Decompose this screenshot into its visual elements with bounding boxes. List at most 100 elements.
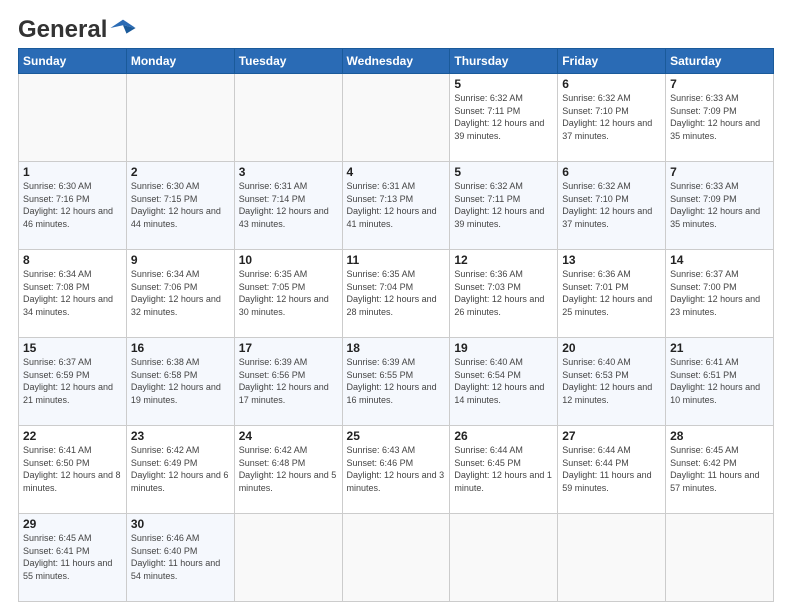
day-number: 10 [239, 253, 338, 267]
day-number: 5 [454, 77, 553, 91]
table-cell: 26Sunrise: 6:44 AMSunset: 6:45 PMDayligh… [450, 426, 558, 514]
day-number: 2 [131, 165, 230, 179]
day-info: Sunrise: 6:42 AMSunset: 6:48 PMDaylight:… [239, 444, 338, 494]
day-info: Sunrise: 6:33 AMSunset: 7:09 PMDaylight:… [670, 92, 769, 142]
logo-bird-icon [109, 14, 137, 42]
table-cell: 25Sunrise: 6:43 AMSunset: 6:46 PMDayligh… [342, 426, 450, 514]
day-info: Sunrise: 6:30 AMSunset: 7:15 PMDaylight:… [131, 180, 230, 230]
day-number: 8 [23, 253, 122, 267]
day-info: Sunrise: 6:32 AMSunset: 7:10 PMDaylight:… [562, 180, 661, 230]
table-cell: 7Sunrise: 6:33 AMSunset: 7:09 PMDaylight… [666, 162, 774, 250]
day-info: Sunrise: 6:44 AMSunset: 6:45 PMDaylight:… [454, 444, 553, 494]
day-number: 29 [23, 517, 122, 531]
col-wednesday: Wednesday [342, 49, 450, 74]
day-info: Sunrise: 6:44 AMSunset: 6:44 PMDaylight:… [562, 444, 661, 494]
day-info: Sunrise: 6:39 AMSunset: 6:55 PMDaylight:… [347, 356, 446, 406]
table-cell: 27Sunrise: 6:44 AMSunset: 6:44 PMDayligh… [558, 426, 666, 514]
col-sunday: Sunday [19, 49, 127, 74]
day-number: 20 [562, 341, 661, 355]
day-info: Sunrise: 6:35 AMSunset: 7:04 PMDaylight:… [347, 268, 446, 318]
table-cell: 10Sunrise: 6:35 AMSunset: 7:05 PMDayligh… [234, 250, 342, 338]
table-cell: 15Sunrise: 6:37 AMSunset: 6:59 PMDayligh… [19, 338, 127, 426]
day-info: Sunrise: 6:36 AMSunset: 7:01 PMDaylight:… [562, 268, 661, 318]
day-info: Sunrise: 6:38 AMSunset: 6:58 PMDaylight:… [131, 356, 230, 406]
day-number: 11 [347, 253, 446, 267]
table-cell: 2Sunrise: 6:30 AMSunset: 7:15 PMDaylight… [126, 162, 234, 250]
table-cell: 8Sunrise: 6:34 AMSunset: 7:08 PMDaylight… [19, 250, 127, 338]
table-cell: 4Sunrise: 6:31 AMSunset: 7:13 PMDaylight… [342, 162, 450, 250]
table-cell: 19Sunrise: 6:40 AMSunset: 6:54 PMDayligh… [450, 338, 558, 426]
day-info: Sunrise: 6:45 AMSunset: 6:41 PMDaylight:… [23, 532, 122, 582]
day-number: 7 [670, 165, 769, 179]
table-cell [666, 514, 774, 602]
day-number: 19 [454, 341, 553, 355]
table-cell [342, 74, 450, 162]
day-number: 27 [562, 429, 661, 443]
day-info: Sunrise: 6:35 AMSunset: 7:05 PMDaylight:… [239, 268, 338, 318]
day-info: Sunrise: 6:42 AMSunset: 6:49 PMDaylight:… [131, 444, 230, 494]
day-info: Sunrise: 6:40 AMSunset: 6:54 PMDaylight:… [454, 356, 553, 406]
day-info: Sunrise: 6:34 AMSunset: 7:08 PMDaylight:… [23, 268, 122, 318]
table-cell: 11Sunrise: 6:35 AMSunset: 7:04 PMDayligh… [342, 250, 450, 338]
table-cell: 16Sunrise: 6:38 AMSunset: 6:58 PMDayligh… [126, 338, 234, 426]
day-number: 12 [454, 253, 553, 267]
calendar-header-row: Sunday Monday Tuesday Wednesday Thursday… [19, 49, 774, 74]
day-number: 3 [239, 165, 338, 179]
day-number: 23 [131, 429, 230, 443]
table-cell [19, 74, 127, 162]
day-info: Sunrise: 6:30 AMSunset: 7:16 PMDaylight:… [23, 180, 122, 230]
day-info: Sunrise: 6:32 AMSunset: 7:10 PMDaylight:… [562, 92, 661, 142]
table-cell: 6Sunrise: 6:32 AMSunset: 7:10 PMDaylight… [558, 74, 666, 162]
table-cell [342, 514, 450, 602]
day-info: Sunrise: 6:37 AMSunset: 7:00 PMDaylight:… [670, 268, 769, 318]
day-info: Sunrise: 6:37 AMSunset: 6:59 PMDaylight:… [23, 356, 122, 406]
table-cell: 30Sunrise: 6:46 AMSunset: 6:40 PMDayligh… [126, 514, 234, 602]
day-number: 5 [454, 165, 553, 179]
day-number: 6 [562, 165, 661, 179]
page: General Sunday Monday Tuesday Wednesday … [0, 0, 792, 612]
table-cell: 6Sunrise: 6:32 AMSunset: 7:10 PMDaylight… [558, 162, 666, 250]
table-cell: 18Sunrise: 6:39 AMSunset: 6:55 PMDayligh… [342, 338, 450, 426]
header: General [18, 16, 774, 38]
table-cell: 28Sunrise: 6:45 AMSunset: 6:42 PMDayligh… [666, 426, 774, 514]
table-cell [234, 74, 342, 162]
col-thursday: Thursday [450, 49, 558, 74]
table-cell: 5Sunrise: 6:32 AMSunset: 7:11 PMDaylight… [450, 74, 558, 162]
day-info: Sunrise: 6:43 AMSunset: 6:46 PMDaylight:… [347, 444, 446, 494]
day-info: Sunrise: 6:32 AMSunset: 7:11 PMDaylight:… [454, 92, 553, 142]
day-number: 6 [562, 77, 661, 91]
table-cell: 3Sunrise: 6:31 AMSunset: 7:14 PMDaylight… [234, 162, 342, 250]
table-cell: 1Sunrise: 6:30 AMSunset: 7:16 PMDaylight… [19, 162, 127, 250]
table-cell [126, 74, 234, 162]
day-info: Sunrise: 6:32 AMSunset: 7:11 PMDaylight:… [454, 180, 553, 230]
day-info: Sunrise: 6:33 AMSunset: 7:09 PMDaylight:… [670, 180, 769, 230]
day-number: 17 [239, 341, 338, 355]
day-number: 25 [347, 429, 446, 443]
table-cell: 14Sunrise: 6:37 AMSunset: 7:00 PMDayligh… [666, 250, 774, 338]
day-number: 21 [670, 341, 769, 355]
day-number: 30 [131, 517, 230, 531]
day-info: Sunrise: 6:40 AMSunset: 6:53 PMDaylight:… [562, 356, 661, 406]
calendar-table: Sunday Monday Tuesday Wednesday Thursday… [18, 48, 774, 602]
day-number: 13 [562, 253, 661, 267]
table-cell [558, 514, 666, 602]
day-info: Sunrise: 6:46 AMSunset: 6:40 PMDaylight:… [131, 532, 230, 582]
day-number: 15 [23, 341, 122, 355]
col-tuesday: Tuesday [234, 49, 342, 74]
table-cell: 23Sunrise: 6:42 AMSunset: 6:49 PMDayligh… [126, 426, 234, 514]
table-cell: 12Sunrise: 6:36 AMSunset: 7:03 PMDayligh… [450, 250, 558, 338]
table-cell: 5Sunrise: 6:32 AMSunset: 7:11 PMDaylight… [450, 162, 558, 250]
day-info: Sunrise: 6:34 AMSunset: 7:06 PMDaylight:… [131, 268, 230, 318]
col-friday: Friday [558, 49, 666, 74]
table-cell [450, 514, 558, 602]
day-info: Sunrise: 6:41 AMSunset: 6:51 PMDaylight:… [670, 356, 769, 406]
day-info: Sunrise: 6:31 AMSunset: 7:14 PMDaylight:… [239, 180, 338, 230]
day-number: 28 [670, 429, 769, 443]
table-cell: 13Sunrise: 6:36 AMSunset: 7:01 PMDayligh… [558, 250, 666, 338]
day-info: Sunrise: 6:39 AMSunset: 6:56 PMDaylight:… [239, 356, 338, 406]
day-info: Sunrise: 6:45 AMSunset: 6:42 PMDaylight:… [670, 444, 769, 494]
day-info: Sunrise: 6:36 AMSunset: 7:03 PMDaylight:… [454, 268, 553, 318]
table-cell: 24Sunrise: 6:42 AMSunset: 6:48 PMDayligh… [234, 426, 342, 514]
table-cell: 9Sunrise: 6:34 AMSunset: 7:06 PMDaylight… [126, 250, 234, 338]
day-info: Sunrise: 6:31 AMSunset: 7:13 PMDaylight:… [347, 180, 446, 230]
